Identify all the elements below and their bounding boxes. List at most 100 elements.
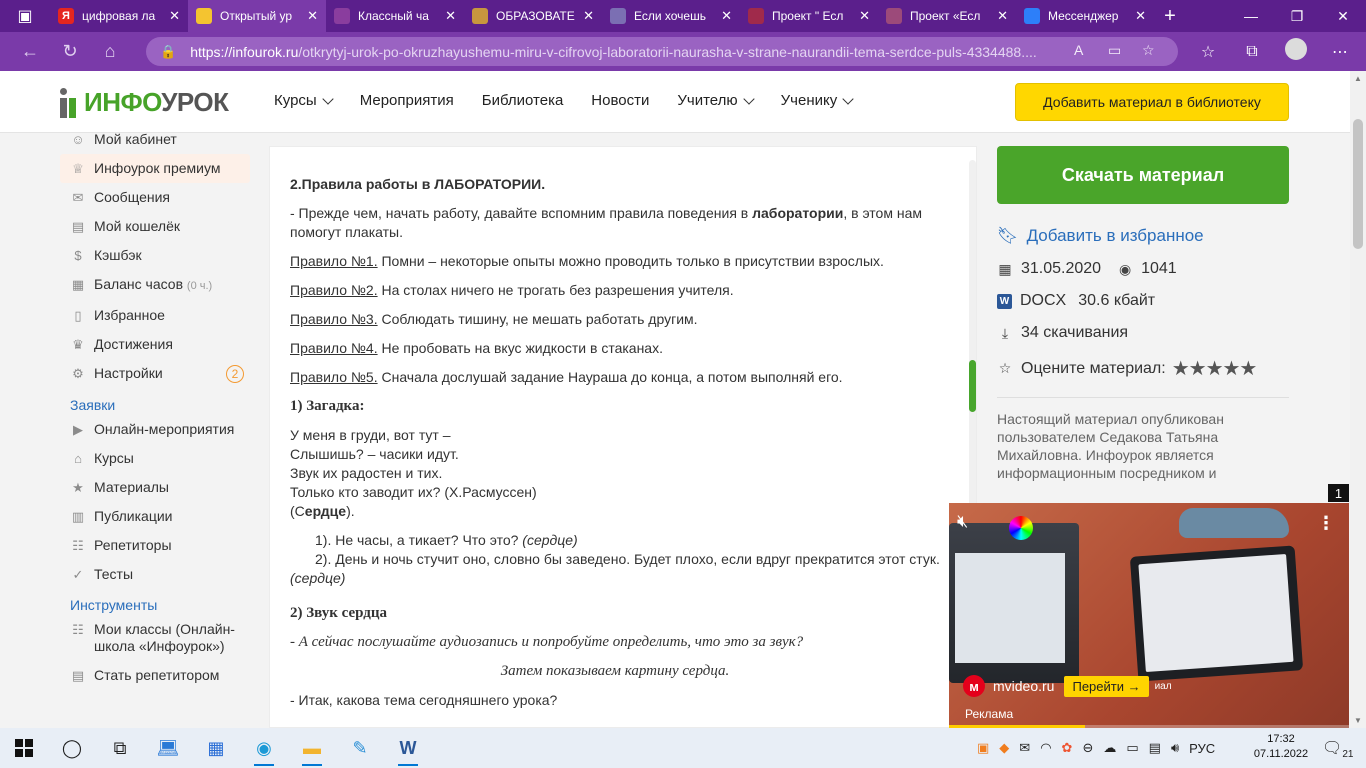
rating-stars[interactable]: ★★★★★ bbox=[1172, 356, 1258, 381]
browser-tab[interactable]: Яцифровая ла ✕ bbox=[50, 0, 188, 32]
close-tab-icon[interactable]: ✕ bbox=[721, 8, 732, 24]
chevron-down-icon bbox=[742, 92, 755, 105]
infourok-logo[interactable]: ИНФОУРОК bbox=[60, 87, 229, 118]
sidebar-item[interactable]: ✓ Тесты bbox=[60, 560, 250, 589]
back-icon[interactable]: ← bbox=[10, 32, 50, 71]
close-icon[interactable]: ✕ bbox=[1320, 0, 1366, 32]
browser-tab[interactable]: Открытый ур ✕ bbox=[188, 0, 326, 32]
ad-tablet-image bbox=[1129, 545, 1304, 682]
tray-wifi-icon[interactable]: ◠ bbox=[1040, 740, 1051, 756]
sidebar-item[interactable]: ▯ Избранное bbox=[60, 301, 250, 330]
tab-favicon-icon bbox=[196, 8, 212, 24]
browser-tab[interactable]: Классный ча ✕ bbox=[326, 0, 464, 32]
browser-tab[interactable]: ОБРАЗОВАТЕ ✕ bbox=[464, 0, 602, 32]
tab-actions-icon[interactable]: ▣ bbox=[0, 0, 50, 32]
browser-tab[interactable]: Проект «Есл ✕ bbox=[878, 0, 1016, 32]
nav-student[interactable]: Ученику bbox=[781, 92, 854, 109]
close-tab-icon[interactable]: ✕ bbox=[583, 8, 594, 24]
tray-app-icon[interactable]: ▣ bbox=[977, 740, 989, 756]
sidebar-item[interactable]: $ Кэшбэк bbox=[60, 241, 250, 270]
edge-icon[interactable]: ◉ bbox=[240, 728, 288, 768]
profile-avatar[interactable] bbox=[1274, 38, 1318, 65]
sidebar-item[interactable]: ▦ Баланс часов (0 ч.) bbox=[60, 270, 250, 301]
ad-site[interactable]: mvideo.ru bbox=[993, 678, 1054, 694]
taskbar-clock[interactable]: 17:32 07.11.2022 bbox=[1250, 732, 1312, 762]
sidebar-item[interactable]: ⌂ Курсы bbox=[60, 444, 250, 473]
nav-news[interactable]: Новости bbox=[591, 92, 649, 109]
new-tab-button[interactable]: + bbox=[1154, 0, 1186, 32]
sidebar-item[interactable]: ★ Материалы bbox=[60, 473, 250, 502]
add-favorite-icon[interactable]: ☆ bbox=[1142, 42, 1155, 59]
pc-icon[interactable]: 💻︎ bbox=[144, 728, 192, 768]
sidebar-item-icon: ★ bbox=[72, 480, 84, 495]
sidebar-item[interactable]: ⚙ Настройки 2 bbox=[60, 359, 250, 389]
scroll-up-icon[interactable]: ▲ bbox=[1354, 74, 1362, 83]
video-ad[interactable]: 🔇︎ ⋮ м mvideo.ru Перейти → иал Реклама bbox=[949, 503, 1349, 728]
search-icon[interactable]: ◯ bbox=[48, 728, 96, 768]
browser-tab[interactable]: Мессенджер ✕ bbox=[1016, 0, 1154, 32]
start-button[interactable] bbox=[0, 728, 48, 768]
ad-go-button[interactable]: Перейти → bbox=[1064, 675, 1149, 697]
browser-tab[interactable]: Проект " Есл ✕ bbox=[740, 0, 878, 32]
close-tab-icon[interactable]: ✕ bbox=[859, 8, 870, 24]
minimize-icon[interactable]: — bbox=[1228, 0, 1274, 32]
sidebar-item[interactable]: ♕ Инфоурок премиум bbox=[60, 154, 250, 183]
browser-tab[interactable]: Если хочешь ✕ bbox=[602, 0, 740, 32]
app-available-icon[interactable]: ▭ bbox=[1108, 42, 1121, 59]
nav-teacher[interactable]: Учителю bbox=[677, 92, 755, 109]
sidebar-item[interactable]: ▤ Стать репетитором bbox=[60, 661, 250, 690]
tray-display-icon[interactable]: ▭ bbox=[1126, 740, 1138, 756]
scroll-down-icon[interactable]: ▼ bbox=[1354, 716, 1362, 725]
section-heading: 2.Правила работы в ЛАБОРАТОРИИ. bbox=[290, 176, 546, 192]
close-tab-icon[interactable]: ✕ bbox=[307, 8, 318, 24]
word-icon[interactable]: W bbox=[384, 728, 432, 768]
add-favorite-link[interactable]: 🔖︎ Добавить в избранное bbox=[997, 226, 1289, 246]
nav-events[interactable]: Мероприятия bbox=[360, 92, 454, 109]
nav-courses[interactable]: Курсы bbox=[274, 92, 334, 109]
language-indicator[interactable]: РУС bbox=[1189, 741, 1215, 756]
download-button[interactable]: Скачать материал bbox=[997, 146, 1289, 204]
tray-mail-icon[interactable]: ✉ bbox=[1019, 740, 1030, 756]
mute-icon[interactable]: 🔇︎ bbox=[957, 511, 968, 532]
menu-icon[interactable]: ⋯ bbox=[1318, 42, 1362, 62]
store-icon[interactable]: ▦ bbox=[192, 728, 240, 768]
notifications-icon[interactable]: 🗨︎21 bbox=[1322, 738, 1353, 760]
page-scrollbar[interactable]: ▲ ▼ bbox=[1350, 71, 1366, 728]
collections-icon[interactable]: ⧉ bbox=[1230, 43, 1274, 61]
nav-library[interactable]: Библиотека bbox=[482, 92, 564, 109]
tray-volume-icon[interactable]: 🔊︎ bbox=[1171, 740, 1179, 756]
page-scroll-thumb[interactable] bbox=[1353, 119, 1363, 249]
read-aloud-icon[interactable]: A bbox=[1074, 42, 1083, 58]
sidebar-item[interactable]: ✉ Сообщения bbox=[60, 183, 250, 212]
sidebar-item[interactable]: ☷ Репетиторы bbox=[60, 531, 250, 560]
lock-icon[interactable]: 🔒 bbox=[160, 44, 176, 60]
sidebar-item[interactable]: ▥ Публикации bbox=[60, 502, 250, 531]
close-tab-icon[interactable]: ✕ bbox=[1135, 8, 1146, 24]
tray-network-icon[interactable]: ▤ bbox=[1149, 740, 1161, 756]
restore-icon[interactable]: ❐ bbox=[1274, 0, 1320, 32]
tray-ok-icon[interactable]: ◆ bbox=[999, 740, 1009, 756]
home-icon[interactable]: ⌂ bbox=[90, 32, 130, 71]
tray-yandex-icon[interactable]: ✿ bbox=[1062, 740, 1073, 756]
system-tray: ▣ ◆ ✉ ◠ ✿ ⊖ ☁ ▭ ▤ 🔊︎ РУС bbox=[972, 728, 1220, 768]
close-tab-icon[interactable]: ✕ bbox=[169, 8, 180, 24]
refresh-icon[interactable]: ↻ bbox=[50, 32, 90, 71]
file-explorer-icon[interactable]: ▬ bbox=[288, 728, 336, 768]
address-bar[interactable]: 🔒 https://infourok.ru /otkrytyj-urok-po-… bbox=[146, 37, 1178, 66]
ad-more-icon[interactable]: ⋮ bbox=[1317, 513, 1335, 534]
notepad-icon[interactable]: ✎ bbox=[336, 728, 384, 768]
sidebar-item[interactable]: ▤ Мой кошелёк bbox=[60, 212, 250, 241]
tray-security-icon[interactable]: ⊖ bbox=[1082, 740, 1093, 756]
windows-taskbar: ◯ ⧉ 💻︎ ▦ ◉ ▬ ✎ W ▣ ◆ ✉ ◠ ✿ ⊖ ☁ ▭ ▤ 🔊︎ РУ… bbox=[0, 728, 1366, 768]
sidebar-item[interactable]: ☺ Мой кабинет bbox=[60, 133, 250, 154]
sidebar-item[interactable]: ☷ Мои классы (Онлайн-школа «Инфоурок») bbox=[60, 615, 250, 661]
content-scroll-thumb[interactable] bbox=[969, 360, 976, 412]
tray-cloud-icon[interactable]: ☁ bbox=[1103, 740, 1116, 756]
sidebar-item[interactable]: ▶ Онлайн-мероприятия bbox=[60, 415, 250, 444]
task-view-icon[interactable]: ⧉ bbox=[96, 728, 144, 768]
favorites-icon[interactable]: ☆ bbox=[1186, 42, 1230, 62]
close-tab-icon[interactable]: ✕ bbox=[445, 8, 456, 24]
add-material-button[interactable]: Добавить материал в библиотеку bbox=[1015, 83, 1289, 121]
sidebar-item[interactable]: ♛ Достижения bbox=[60, 330, 250, 359]
close-tab-icon[interactable]: ✕ bbox=[997, 8, 1008, 24]
